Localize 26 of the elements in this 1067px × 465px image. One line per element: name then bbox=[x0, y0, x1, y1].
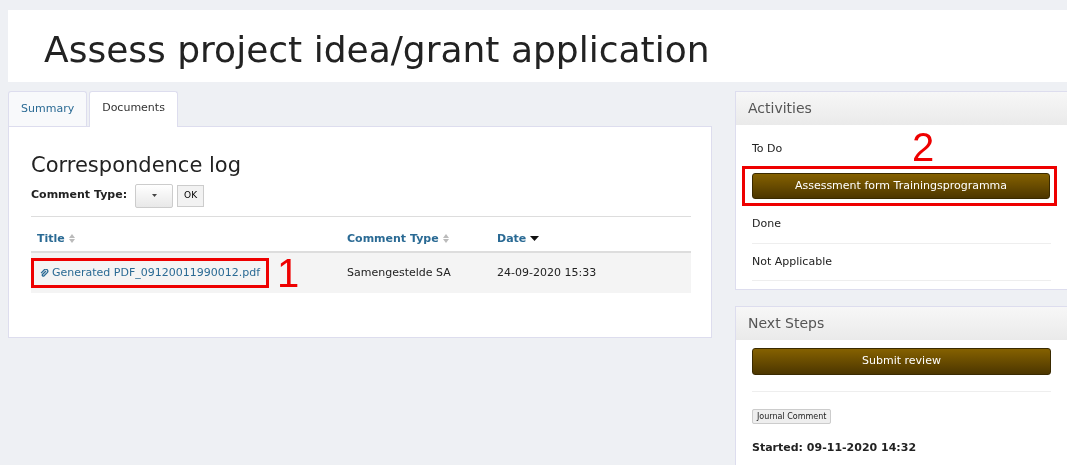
caret-icon bbox=[151, 193, 157, 197]
panel-heading: Next Steps bbox=[736, 307, 1067, 340]
column-header[interactable]: Comment Type bbox=[347, 231, 439, 245]
tag: Journal Comment bbox=[752, 408, 832, 424]
table-cell: 24-09-2020 15:33 bbox=[497, 265, 597, 279]
assessment-form-button[interactable]: Assessment form Trainingsprogramma bbox=[752, 172, 1050, 199]
table-cell: Samengestelde SA bbox=[347, 265, 451, 279]
ok-button[interactable]: OK bbox=[177, 184, 205, 207]
comment-type-dropdown[interactable] bbox=[135, 183, 174, 208]
column-header[interactable]: Title bbox=[37, 231, 65, 245]
group-label: Done bbox=[752, 217, 781, 230]
page-title: Assess project idea/grant application bbox=[44, 28, 711, 72]
paperclip-icon bbox=[40, 268, 49, 278]
panel-heading: Activities bbox=[736, 92, 1067, 125]
tab[interactable]: Summary bbox=[8, 91, 88, 126]
group-label: Not Applicable bbox=[752, 254, 832, 268]
started-text: Started: 09-11-2020 14:32 bbox=[752, 440, 918, 456]
group-label: To Do bbox=[752, 142, 783, 155]
submit-review-button[interactable]: Submit review bbox=[752, 348, 1051, 375]
tab[interactable]: Documents bbox=[89, 91, 178, 127]
file-link[interactable]: Generated PDF_09120011990012.pdf bbox=[52, 264, 261, 282]
section-heading: Correspondence log bbox=[31, 152, 242, 178]
column-header[interactable]: Date bbox=[497, 231, 527, 245]
callout-number: 1 bbox=[277, 253, 300, 294]
callout-number: 2 bbox=[912, 127, 935, 167]
filter-label: Comment Type: bbox=[31, 187, 128, 204]
